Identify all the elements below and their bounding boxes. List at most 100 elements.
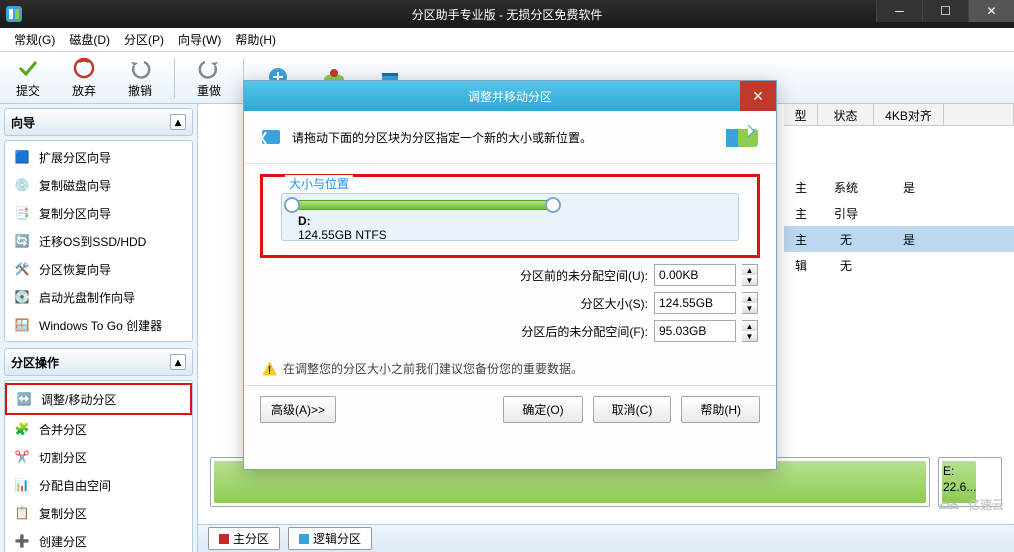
disk-icon: 💿: [13, 176, 31, 194]
legend-logical: 逻辑分区: [288, 527, 372, 550]
grid-body: 主系统是 主引导 主无是 辑无: [784, 174, 1014, 278]
sidebar-item-migrate-os[interactable]: 🔄迁移OS到SSD/HDD: [5, 227, 192, 255]
dialog-button-row: 高级(A)>> 确定(O) 取消(C) 帮助(H): [244, 385, 776, 433]
allocate-icon: 📊: [13, 476, 31, 494]
chevron-up-icon[interactable]: ▴: [170, 114, 186, 130]
drive-info: 124.55GB NTFS: [298, 228, 387, 242]
warning-text: 在调整您的分区大小之前我们建议您备份您的重要数据。: [283, 360, 583, 377]
before-space-spinner[interactable]: ▲▼: [742, 264, 758, 286]
sidebar-item-recovery[interactable]: 🛠️分区恢复向导: [5, 255, 192, 283]
menu-general[interactable]: 常规(G): [8, 28, 61, 51]
maximize-button[interactable]: ☐: [922, 0, 968, 22]
redo-icon: [197, 56, 221, 80]
sidebar-item-split[interactable]: ✂️切割分区: [5, 443, 192, 471]
watermark: 亿速云: [934, 494, 1004, 514]
dialog-instruction: 请拖动下面的分区块为分区指定一个新的大小或新位置。: [292, 129, 592, 146]
group-label: 大小与位置: [285, 175, 353, 192]
help-button[interactable]: 帮助(H): [681, 396, 760, 423]
menu-help[interactable]: 帮助(H): [229, 28, 282, 51]
size-position-group: 大小与位置 D: 124.55GB NTFS: [260, 174, 760, 258]
warning-row: ⚠️ 在调整您的分区大小之前我们建议您备份您的重要数据。: [244, 352, 776, 385]
slider-handle-left[interactable]: [284, 197, 300, 213]
dialog-header: 请拖动下面的分区块为分区指定一个新的大小或新位置。: [244, 111, 776, 164]
toolbar-separator: [174, 58, 175, 98]
commit-button[interactable]: 提交: [0, 56, 56, 99]
grid-header: 型 状态 4KB对齐: [784, 104, 1014, 126]
sidebar-item-copy-disk[interactable]: 💿复制磁盘向导: [5, 171, 192, 199]
check-icon: [16, 56, 40, 80]
after-space-label: 分区后的未分配空间(F):: [468, 323, 648, 340]
dialog-close-button[interactable]: ✕: [740, 81, 776, 111]
dialog-title: 调整并移动分区: [468, 88, 552, 105]
copy-icon: 📋: [13, 504, 31, 522]
copy-icon: 📑: [13, 204, 31, 222]
merge-icon: 🧩: [13, 420, 31, 438]
sidebar-item-allocate[interactable]: 📊分配自由空间: [5, 471, 192, 499]
slider-fill: [292, 200, 552, 210]
col-empty: [944, 104, 1014, 125]
partition-slider[interactable]: D: 124.55GB NTFS: [281, 193, 739, 241]
col-align[interactable]: 4KB对齐: [874, 104, 944, 125]
sidebar-item-wintogo[interactable]: 🪟Windows To Go 创建器: [5, 311, 192, 339]
chevron-up-icon[interactable]: ▴: [170, 354, 186, 370]
close-button[interactable]: ✕: [968, 0, 1014, 22]
before-space-input[interactable]: [654, 264, 736, 286]
wizard-panel-header[interactable]: 向导 ▴: [4, 108, 193, 136]
sidebar: 向导 ▴ 🟦扩展分区向导 💿复制磁盘向导 📑复制分区向导 🔄迁移OS到SSD/H…: [0, 104, 198, 552]
discard-icon: [72, 56, 96, 80]
cd-icon: 💽: [13, 288, 31, 306]
menu-disk[interactable]: 磁盘(D): [63, 28, 116, 51]
table-row[interactable]: 主引导: [784, 200, 1014, 226]
sidebar-item-extend-wizard[interactable]: 🟦扩展分区向导: [5, 143, 192, 171]
undo-icon: [128, 56, 152, 80]
ops-panel-header[interactable]: 分区操作 ▴: [4, 348, 193, 376]
undo-button[interactable]: 撤销: [112, 56, 168, 99]
after-space-input[interactable]: [654, 320, 736, 342]
drive-letter: D:: [298, 214, 311, 228]
resize-move-dialog: 调整并移动分区 ✕ 请拖动下面的分区块为分区指定一个新的大小或新位置。 大小与位…: [243, 80, 777, 470]
sidebar-item-create[interactable]: ➕创建分区: [5, 527, 192, 552]
ops-panel-body: ↔️调整/移动分区 🧩合并分区 ✂️切割分区 📊分配自由空间 📋复制分区 ➕创建…: [4, 380, 193, 552]
sidebar-item-copy[interactable]: 📋复制分区: [5, 499, 192, 527]
status-bar: 主分区 逻辑分区: [198, 524, 1014, 552]
sidebar-item-copy-partition[interactable]: 📑复制分区向导: [5, 199, 192, 227]
cancel-button[interactable]: 取消(C): [593, 396, 672, 423]
window-titlebar: 分区助手专业版 - 无损分区免费软件 ─ ☐ ✕: [0, 0, 1014, 28]
split-icon: ✂️: [13, 448, 31, 466]
app-icon: [6, 6, 22, 22]
col-type[interactable]: 型: [784, 104, 818, 125]
advanced-button[interactable]: 高级(A)>>: [260, 396, 336, 423]
sidebar-item-bootcd[interactable]: 💽启动光盘制作向导: [5, 283, 192, 311]
before-space-label: 分区前的未分配空间(U):: [468, 267, 648, 284]
warning-icon: ⚠️: [262, 362, 277, 376]
slider-handle-right[interactable]: [545, 197, 561, 213]
partition-size-input[interactable]: [654, 292, 736, 314]
table-row[interactable]: 主无是: [784, 226, 1014, 252]
minimize-button[interactable]: ─: [876, 0, 922, 22]
partition-size-label: 分区大小(S):: [468, 295, 648, 312]
partition-graphic-icon: [724, 123, 760, 151]
migrate-icon: 🔄: [13, 232, 31, 250]
ok-button[interactable]: 确定(O): [503, 396, 582, 423]
disk-e-label: E: 22.6...: [943, 464, 976, 495]
legend-primary: 主分区: [208, 527, 280, 550]
window-title: 分区助手专业版 - 无损分区免费软件: [412, 6, 603, 23]
size-inputs: 分区前的未分配空间(U): ▲▼ 分区大小(S): ▲▼ 分区后的未分配空间(F…: [244, 264, 776, 352]
redo-button[interactable]: 重做: [181, 56, 237, 99]
wizard-panel-body: 🟦扩展分区向导 💿复制磁盘向导 📑复制分区向导 🔄迁移OS到SSD/HDD 🛠️…: [4, 140, 193, 342]
table-row[interactable]: 主系统是: [784, 174, 1014, 200]
menu-bar: 常规(G) 磁盘(D) 分区(P) 向导(W) 帮助(H): [0, 28, 1014, 52]
col-status[interactable]: 状态: [818, 104, 874, 125]
dialog-titlebar[interactable]: 调整并移动分区 ✕: [244, 81, 776, 111]
menu-wizard[interactable]: 向导(W): [172, 28, 227, 51]
after-space-spinner[interactable]: ▲▼: [742, 320, 758, 342]
menu-partition[interactable]: 分区(P): [118, 28, 170, 51]
partition-size-spinner[interactable]: ▲▼: [742, 292, 758, 314]
windows-icon: 🪟: [13, 316, 31, 334]
recovery-icon: 🛠️: [13, 260, 31, 278]
resize-icon: ↔️: [15, 390, 33, 408]
discard-button[interactable]: 放弃: [56, 56, 112, 99]
sidebar-item-resize-move[interactable]: ↔️调整/移动分区: [5, 383, 192, 415]
sidebar-item-merge[interactable]: 🧩合并分区: [5, 415, 192, 443]
table-row[interactable]: 辑无: [784, 252, 1014, 278]
